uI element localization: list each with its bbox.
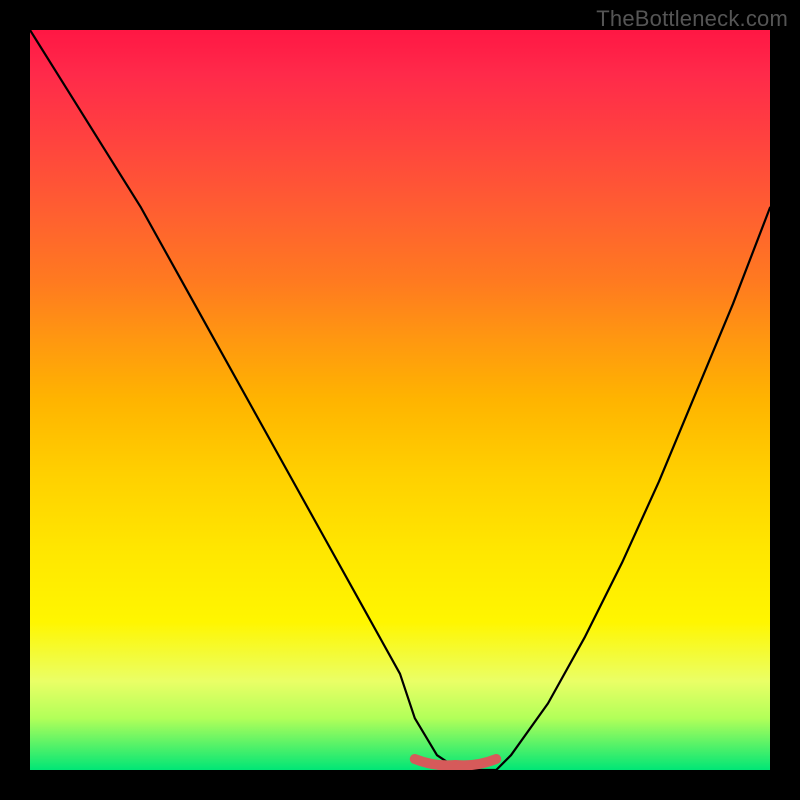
curve-path [30,30,770,770]
optimum-marker [415,759,496,765]
watermark-text: TheBottleneck.com [596,6,788,32]
plot-area [30,30,770,770]
chart-frame: TheBottleneck.com [0,0,800,800]
chart-svg [30,30,770,770]
